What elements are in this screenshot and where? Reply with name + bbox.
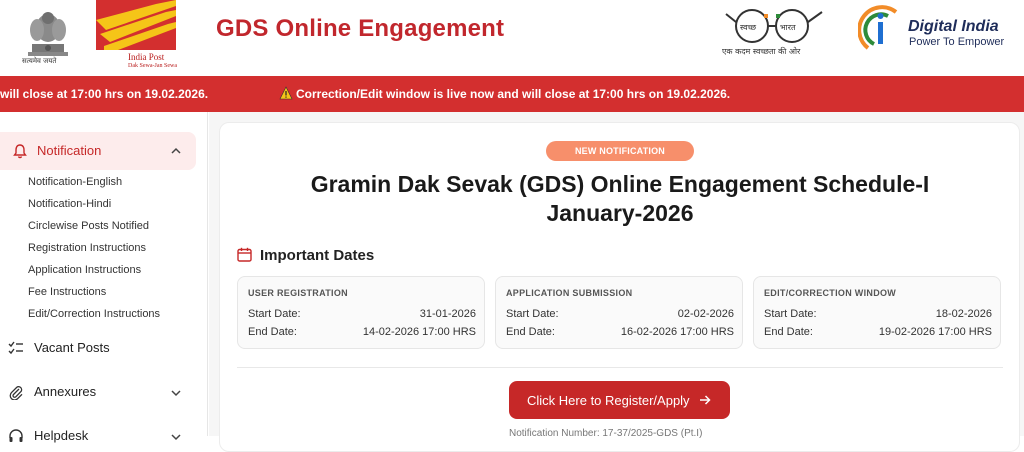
checklist-icon	[8, 341, 23, 355]
date-card-heading: APPLICATION SUBMISSION	[506, 288, 633, 298]
register-apply-label: Click Here to Register/Apply	[527, 393, 690, 408]
start-date-value: 31-01-2026	[419, 308, 476, 320]
warning-icon	[279, 86, 293, 100]
sidebar-subitem-notification-hindi[interactable]: Notification-Hindi	[28, 198, 111, 210]
headset-icon	[9, 429, 23, 442]
start-date-value: 02-02-2026	[677, 308, 734, 320]
section-divider	[237, 367, 1003, 368]
india-post-tagline: Dak Sewa-Jan Sewa	[128, 63, 177, 69]
chevron-down-icon[interactable]	[170, 387, 182, 399]
notification-title-line-2: January-2026	[546, 200, 694, 226]
site-header: सत्यमेव जयते India Post Dak Sewa-Jan Sew…	[0, 0, 1024, 76]
digital-india-subtitle: Power To Empower	[909, 36, 1005, 48]
sidebar-item-annexures[interactable]: Annexures	[0, 376, 196, 408]
swachh-right-text: भारत	[780, 23, 796, 32]
announcement-ticker: will close at 17:00 hrs on 19.02.2026. C…	[0, 76, 1024, 112]
sidebar-item-vacant-posts[interactable]: Vacant Posts	[0, 332, 196, 364]
date-card-user-registration: USER REGISTRATION Start Date: 31-01-2026…	[237, 276, 485, 349]
start-date-label: Start Date:	[248, 308, 301, 320]
sidebar-item-label: Notification	[37, 143, 102, 158]
swachh-tagline: एक कदम स्वच्छता की ओर	[722, 47, 801, 56]
chevron-down-icon[interactable]	[170, 431, 182, 443]
end-date-label: End Date:	[506, 326, 555, 338]
end-date-label: End Date:	[248, 326, 297, 338]
chevron-up-icon[interactable]	[170, 145, 182, 157]
page-title: GDS Online Engagement	[216, 15, 505, 42]
bell-icon	[13, 144, 27, 159]
date-card-edit-correction-window: EDIT/CORRECTION WINDOW Start Date: 18-02…	[753, 276, 1001, 349]
calendar-icon	[237, 247, 252, 262]
sidebar-item-label: Annexures	[34, 384, 97, 399]
sidebar-subitem-fee-instructions[interactable]: Fee Instructions	[28, 286, 106, 298]
ticker-text-2: Correction/Edit window is live now and w…	[296, 87, 731, 101]
arrow-right-icon	[700, 395, 711, 405]
emblem-motto: सत्यमेव जयते	[22, 57, 57, 65]
sidebar-subitem-edit-correction-instructions[interactable]: Edit/Correction Instructions	[28, 308, 160, 320]
ticker-text-1: will close at 17:00 hrs on 19.02.2026.	[0, 87, 209, 101]
start-date-value: 18-02-2026	[935, 308, 992, 320]
sidebar-item-label: Vacant Posts	[34, 340, 110, 355]
sidebar-subitem-notification-english[interactable]: Notification-English	[28, 176, 122, 188]
end-date-value: 14-02-2026 17:00 HRS	[362, 326, 476, 338]
swachh-left-text: स्वच्छ	[740, 23, 757, 32]
sidebar-subitem-registration-instructions[interactable]: Registration Instructions	[28, 242, 146, 254]
india-post-name: India Post	[128, 52, 165, 62]
new-notification-badge: NEW NOTIFICATION	[546, 141, 694, 161]
sidebar-subitem-circlewise-posts[interactable]: Circlewise Posts Notified	[28, 220, 149, 232]
sidebar-item-notification[interactable]: Notification	[0, 132, 196, 170]
important-dates-heading: Important Dates	[260, 247, 375, 264]
badge-label: NEW NOTIFICATION	[574, 146, 666, 156]
start-date-label: Start Date:	[764, 308, 817, 320]
digital-india-logo-icon	[858, 5, 898, 50]
notification-title-line-1: Gramin Dak Sevak (GDS) Online Engagement…	[310, 171, 930, 197]
date-card-application-submission: APPLICATION SUBMISSION Start Date: 02-02…	[495, 276, 743, 349]
end-date-value: 19-02-2026 17:00 HRS	[878, 326, 992, 338]
end-date-label: End Date:	[764, 326, 813, 338]
notification-number: Notification Number: 17-37/2025-GDS (Pt.…	[509, 428, 703, 439]
start-date-label: Start Date:	[506, 308, 559, 320]
digital-india-title: Digital India	[908, 18, 999, 35]
sidebar-subitem-application-instructions[interactable]: Application Instructions	[28, 264, 141, 276]
register-apply-button[interactable]: Click Here to Register/Apply	[509, 381, 730, 419]
paperclip-icon	[9, 386, 23, 400]
sidebar: Notification Notification-English Notifi…	[0, 112, 208, 443]
date-card-heading: USER REGISTRATION	[248, 288, 348, 298]
end-date-value: 16-02-2026 17:00 HRS	[620, 326, 734, 338]
sidebar-item-helpdesk[interactable]: Helpdesk	[0, 420, 196, 452]
notification-title: Gramin Dak Sevak (GDS) Online Engagement…	[230, 170, 1010, 228]
date-card-heading: EDIT/CORRECTION WINDOW	[764, 288, 897, 298]
